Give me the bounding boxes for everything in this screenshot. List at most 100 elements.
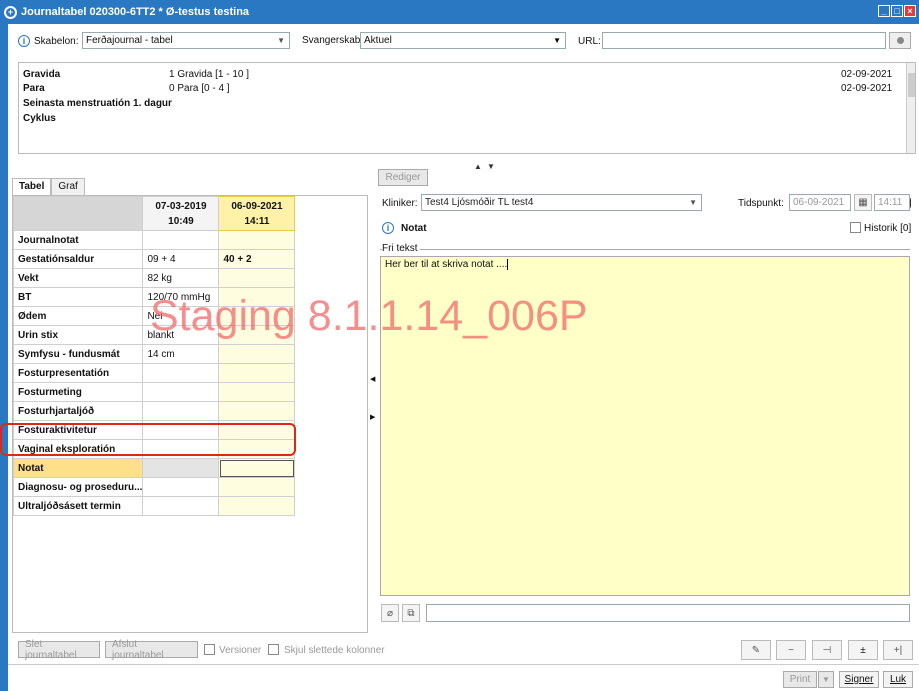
table-row[interactable]: Ultraljóðsásett termin — [12, 496, 296, 516]
paperclip-icon[interactable]: ⧉ — [402, 604, 420, 622]
attach-icon[interactable]: ⌀ — [381, 604, 399, 622]
cell[interactable] — [218, 325, 296, 345]
table-row[interactable]: Diagnosu- og proseduru... — [12, 477, 296, 497]
tidspunkt-date-input[interactable]: 06-09-2021 — [789, 194, 851, 211]
table-row-notat[interactable]: Notat — [12, 458, 296, 478]
cell[interactable]: 09 + 4 — [142, 249, 220, 269]
column-header[interactable]: 07-03-2019 10:49 — [142, 196, 220, 231]
cell[interactable] — [142, 382, 220, 402]
rediger-button[interactable]: Rediger — [378, 169, 428, 186]
luk-button[interactable]: Luk — [883, 671, 913, 688]
cell[interactable]: 14 cm — [142, 344, 220, 364]
historik-checkbox[interactable] — [850, 222, 861, 233]
table-row[interactable]: Ødem Nei — [12, 306, 296, 326]
table-row[interactable]: Fosturhjartaljóð — [12, 401, 296, 421]
skabelon-select[interactable]: Ferðajournal - tabel ▼ — [82, 32, 290, 49]
summary-row: Gravida 1 Gravida [1 - 10 ] 02-09-2021 — [23, 69, 903, 81]
scroll-thumb[interactable] — [908, 73, 915, 97]
cell[interactable] — [218, 344, 296, 364]
table-row[interactable]: Gestatiónsaldur 09 + 4 40 + 2 — [12, 249, 296, 269]
cell[interactable] — [142, 401, 220, 421]
tab-graf[interactable]: Graf — [51, 178, 85, 195]
svangerskab-select[interactable]: Aktuel ▼ — [360, 32, 566, 49]
cell[interactable]: Nei — [142, 306, 220, 326]
collapse-up-icon[interactable]: ▲ — [474, 162, 482, 171]
table-row[interactable]: BT 120/70 mmHg — [12, 287, 296, 307]
cell[interactable] — [142, 496, 220, 516]
chevron-down-icon: ▼ — [553, 36, 561, 45]
print-dropdown-button[interactable]: ▼ — [818, 671, 834, 688]
table-row[interactable]: Journalnotat — [12, 230, 296, 250]
journal-table: 07-03-2019 10:49 06-09-2021 14:11 Journa… — [12, 196, 296, 516]
signer-button[interactable]: Signer — [839, 671, 879, 688]
window-controls: _ □ × — [878, 5, 916, 17]
fri-tekst-label: Fri tekst — [382, 243, 420, 254]
table-row[interactable]: Urin stix blankt — [12, 325, 296, 345]
print-button[interactable]: Print — [783, 671, 817, 688]
summary-value: 0 Para [0 - 4 ] — [169, 83, 230, 94]
section-title: Notat — [401, 223, 427, 234]
cell[interactable] — [218, 382, 296, 402]
cell[interactable]: 40 + 2 — [218, 249, 296, 269]
cell[interactable] — [218, 496, 296, 516]
cell[interactable] — [218, 287, 296, 307]
cell[interactable] — [142, 230, 220, 250]
row-label: Diagnosu- og proseduru... — [12, 477, 144, 497]
svangerskab-label: Svangerskab — [302, 35, 361, 46]
column-header-selected[interactable]: 06-09-2021 14:11 — [218, 196, 296, 231]
notat-cell-selected[interactable] — [218, 458, 296, 478]
table-row[interactable]: Fosturmeting — [12, 382, 296, 402]
info-icon[interactable]: i — [18, 35, 30, 47]
table-row[interactable]: Vekt 82 kg — [12, 268, 296, 288]
versioner-checkbox[interactable] — [204, 644, 215, 655]
cell[interactable]: 82 kg — [142, 268, 220, 288]
slet-journaltabel-button[interactable]: Slet journaltabel — [18, 639, 100, 661]
remove-column-icon[interactable]: ⊣ — [812, 640, 842, 660]
cell[interactable] — [218, 306, 296, 326]
summary-date: 02-09-2021 — [841, 83, 893, 94]
notat-textarea[interactable]: Her ber til at skriva notat .... — [380, 256, 910, 596]
add-row-icon[interactable]: ± — [848, 640, 878, 660]
maximize-icon[interactable]: □ — [891, 5, 903, 17]
cell[interactable] — [218, 230, 296, 250]
header-corner — [12, 196, 144, 231]
expand-right-icon[interactable]: ▶ — [370, 413, 375, 421]
table-row[interactable]: Fosturpresentatión — [12, 363, 296, 383]
close-icon[interactable]: × — [904, 5, 916, 17]
minimize-icon[interactable]: _ — [878, 5, 890, 17]
cell[interactable] — [142, 458, 220, 478]
notat-cell-focus[interactable] — [220, 459, 294, 477]
url-label: URL: — [578, 36, 601, 47]
expand-down-icon[interactable]: ▼ — [487, 162, 495, 171]
cell[interactable] — [142, 363, 220, 383]
table-row[interactable]: Symfysu - fundusmát 14 cm — [12, 344, 296, 364]
cell[interactable] — [218, 363, 296, 383]
remove-row-icon[interactable]: − — [776, 640, 806, 660]
cell[interactable]: blankt — [142, 325, 220, 345]
cell[interactable] — [218, 401, 296, 421]
add-column-icon[interactable]: +| — [883, 640, 913, 660]
calendar-icon[interactable]: ▦ — [854, 194, 872, 211]
collapse-left-icon[interactable]: ◀ — [370, 375, 375, 383]
summary-key: Para — [23, 83, 45, 94]
cell[interactable] — [142, 477, 220, 497]
tab-tabel[interactable]: Tabel — [12, 178, 52, 195]
attachment-input[interactable] — [426, 604, 910, 622]
url-input[interactable] — [602, 32, 886, 49]
tidspunkt-date: 06-09-2021 — [793, 197, 845, 208]
cell[interactable] — [218, 477, 296, 497]
cell[interactable] — [218, 268, 296, 288]
tidspunkt-time-input[interactable]: 14:11 — [874, 194, 910, 211]
afslut-journaltabel-button[interactable]: Afslut journaltabel — [105, 639, 198, 661]
chevron-down-icon: ▼ — [822, 675, 830, 684]
skjul-checkbox[interactable] — [268, 644, 279, 655]
summary-scrollbar[interactable] — [906, 63, 915, 153]
summary-row: Seinasta menstruatión 1. dagur — [23, 98, 903, 110]
versioner-label: Versioner — [219, 645, 262, 656]
panel-splitter[interactable]: ◀ ▶ — [370, 195, 376, 633]
kliniker-select[interactable]: Test4 Ljósmóðir TL test4 ▼ — [421, 194, 702, 211]
edit-note-icon[interactable]: ✎ — [741, 640, 771, 660]
cell[interactable]: 120/70 mmHg — [142, 287, 220, 307]
row-label: Fosturhjartaljóð — [12, 401, 144, 421]
url-go-button[interactable] — [889, 32, 911, 49]
